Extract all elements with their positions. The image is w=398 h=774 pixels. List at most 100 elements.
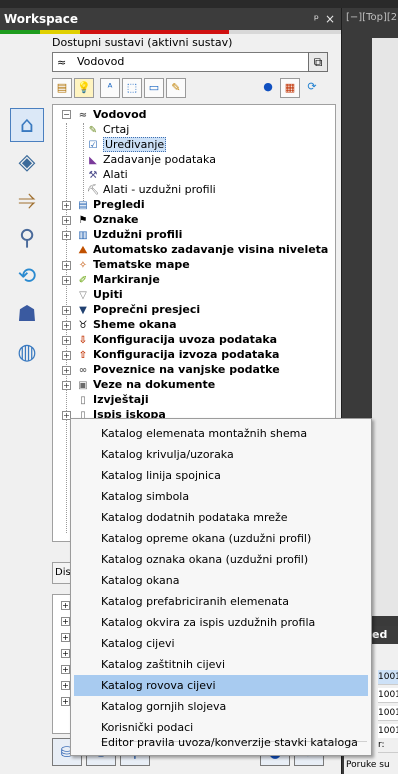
pipe-icon[interactable]: ⥤ [10,184,44,218]
menu-item-highlighted[interactable]: Katalog rovova cijevi [74,675,368,696]
tree-item[interactable]: ✎ Crtaj [85,122,130,137]
expand-toggle[interactable]: + [61,633,70,642]
expand-toggle[interactable]: − [62,110,71,119]
expand-toggle[interactable]: + [61,617,70,626]
overview-icon: ▤ [78,200,88,211]
menu-item[interactable]: Katalog oznaka okana (uzdužni profil) [74,549,368,570]
tree-item[interactable]: ▼ Poprečni presjeci [75,302,200,317]
tree-item[interactable]: ▯ Izvještaji [75,392,148,407]
document-icon[interactable]: ▤ [52,78,72,98]
abc-icon[interactable]: ᴬ [100,78,120,98]
nodes-icon[interactable]: ⟲ [10,260,44,294]
expand-toggle[interactable]: + [62,276,71,285]
home-network-icon[interactable]: ⌂ [10,108,44,142]
grid-cell[interactable]: 1001 [378,688,398,703]
expand-toggle[interactable]: + [62,201,71,210]
menu-item[interactable]: Katalog zaštitnih cijevi [74,654,368,675]
auto-level-icon: ⛰ [78,245,88,256]
grid-cell[interactable]: 1001 [378,670,398,685]
diamond-network-icon[interactable]: ◈ [10,146,44,180]
tree-item[interactable]: ☑ Uređivanje [85,137,167,152]
brush-icon[interactable]: ✎ [166,78,186,98]
window-icon[interactable]: ▭ [144,78,164,98]
tree-item[interactable]: ▣ Veze na dokumente [75,377,215,392]
tree-item[interactable]: ◣ Zadavanje podataka [85,152,216,167]
report-icon: ▯ [80,395,86,406]
pick-system-button[interactable]: ⧉ [308,52,328,72]
expand-toggle[interactable]: + [61,665,70,674]
grid-icon[interactable]: ▦ [280,78,300,98]
profile-tools-icon: ⛏ [86,185,100,196]
workspace-titlebar[interactable]: Workspace ᵖ × [0,8,341,30]
tree-root[interactable]: ≈ Vodovod [75,107,147,122]
tree-item[interactable]: ⛏ Alati - uzdužni profili [85,182,216,197]
expand-toggle[interactable]: + [61,681,70,690]
menu-item[interactable]: Katalog dodatnih podataka mreže [74,507,368,528]
user-icon[interactable]: ☗ [10,298,44,332]
expand-toggle[interactable]: + [61,649,70,658]
catalog-context-menu: Katalog elemenata montažnih shema Katalo… [70,418,372,756]
menu-item[interactable]: Katalog elemenata montažnih shema [74,423,368,444]
tree-item[interactable]: ⇧ Konfiguracija izvoza podataka [75,347,280,362]
tree-item[interactable]: ⛰ Automatsko zadavanje visina niveleta [75,242,329,257]
menu-item[interactable]: Katalog okvira za ispis uzdužnih profila [74,612,368,633]
menu-item[interactable]: Katalog prefabriciranih elemenata [74,591,368,612]
expand-toggle[interactable]: + [62,306,71,315]
data-entry-icon: ◣ [89,155,97,166]
close-icon[interactable]: × [325,8,335,30]
tree-item[interactable]: ♉ Sheme okana [75,317,177,332]
shaft-scheme-icon: ♉ [78,320,88,331]
flag-icon: ⚑ [78,215,88,226]
select-icon[interactable]: ⬚ [122,78,142,98]
viewport-title[interactable]: [−][Top][2D [346,12,398,23]
pick-system-icon: ⧉ [313,55,323,69]
menu-item[interactable]: Katalog linija spojnica [74,465,368,486]
workspace-title: Workspace [4,12,79,26]
expand-toggle[interactable]: + [62,381,71,390]
profile-icon: ▥ [78,230,88,241]
systems-label: Dostupni sustavi (aktivni sustav) [52,36,233,49]
lightbulb-icon[interactable]: 💡 [74,78,94,98]
menu-item[interactable]: Katalog okana [74,570,368,591]
top-strip [0,0,398,8]
expand-toggle[interactable]: + [62,231,71,240]
menu-item[interactable]: Katalog krivulja/uzoraka [74,444,368,465]
menu-item-editor[interactable]: Editor pravila uvoza/konverzije stavki k… [74,732,368,753]
expand-toggle[interactable]: + [62,351,71,360]
pin-icon[interactable]: ᵖ [314,8,319,30]
tree-item[interactable]: ✧ Tematske mape [75,257,190,272]
system-select[interactable]: ≈ Vodovod ⌵ [52,52,328,72]
refresh-icon[interactable]: ⟳ [302,78,322,98]
export-config-icon: ⇧ [78,350,88,361]
tree-item[interactable]: ✐ Markiranje [75,272,160,287]
messages-bar: Poruke su [344,756,398,774]
tree-item[interactable]: ⚒ Alati [85,167,128,182]
tree-item[interactable]: ▤ Pregledi [75,197,144,212]
expand-toggle[interactable]: + [61,601,70,610]
faucet-icon[interactable]: ⚲ [10,222,44,256]
expand-toggle[interactable]: + [62,321,71,330]
info-icon[interactable]: ● [258,78,278,98]
menu-item[interactable]: Katalog cijevi [74,633,368,654]
menu-item[interactable]: Katalog gornjih slojeva [74,696,368,717]
menu-item[interactable]: Katalog opreme okana (uzdužni profil) [74,528,368,549]
expand-toggle[interactable]: + [62,366,71,375]
grid-cell[interactable]: 1001 [378,724,398,739]
grid-cell[interactable]: 1001 [378,706,398,721]
menu-item[interactable]: Katalog simbola [74,486,368,507]
expand-toggle[interactable]: + [62,336,71,345]
cross-section-icon: ▼ [79,305,87,316]
tree-item[interactable]: ▽ Upiti [75,287,122,302]
pencil-icon: ✎ [88,125,98,136]
expand-toggle[interactable]: + [62,216,71,225]
expand-toggle[interactable]: + [62,261,71,270]
map-icon: ✧ [78,260,88,271]
tree-item[interactable]: ▥ Uzdužni profili [75,227,182,242]
tree-item[interactable]: ∞ Poveznice na vanjske podatke [75,362,280,377]
tree-item[interactable]: ⚑ Oznake [75,212,139,227]
globe-icon[interactable]: ◍ [10,336,44,370]
expand-toggle[interactable]: + [61,697,70,706]
marker-icon: ✐ [78,275,88,286]
viewport-area[interactable] [372,38,398,616]
tree-item[interactable]: ⇩ Konfiguracija uvoza podataka [75,332,277,347]
